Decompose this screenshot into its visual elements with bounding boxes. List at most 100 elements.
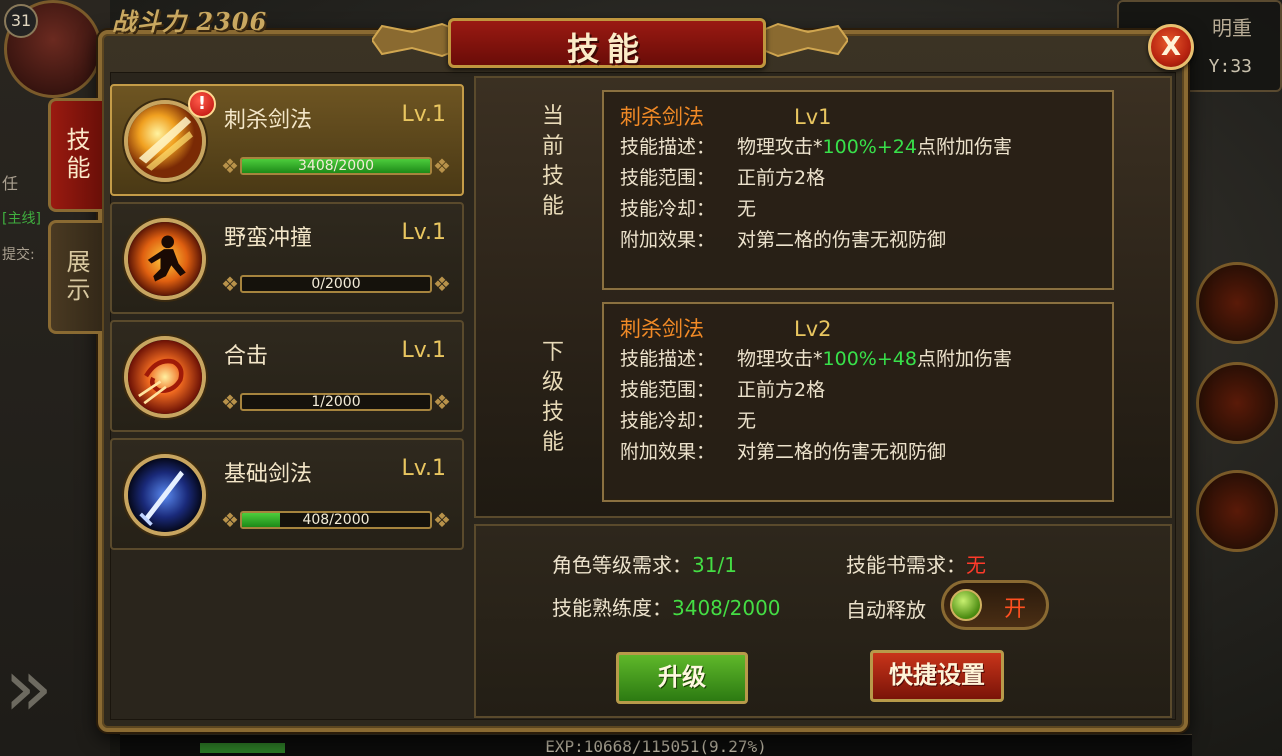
- shortcut-settings-button[interactable]: 快捷设置: [870, 650, 1004, 702]
- bar-track: 1/2000: [240, 393, 432, 411]
- auto-cast-label: 自动释放: [846, 598, 926, 622]
- skill-name: 刺杀剑法: [224, 108, 313, 133]
- toggle-knob: [950, 589, 982, 621]
- skill-item[interactable]: 基础剑法 Lv.1 ❖ 408/2000 ❖: [110, 438, 464, 550]
- skill-name: 合击: [224, 344, 269, 369]
- skill-effect-row: 附加效果： 对第二格的伤害无视防御: [620, 225, 1096, 256]
- toggle-state-text: 开: [1003, 597, 1026, 622]
- bar-ornament-icon: ❖: [433, 390, 451, 414]
- combo-skill-icon: [124, 336, 206, 418]
- current-skill-label-text: 当前技能: [541, 104, 564, 219]
- skill-range-row: 技能范围： 正前方2格: [620, 375, 1096, 406]
- title-plate: 技能: [448, 18, 766, 68]
- skill-effect-value: 对第二格的伤害无视防御: [737, 229, 947, 251]
- skill-orb-button[interactable]: [1196, 470, 1278, 552]
- skill-progress-bar: ❖ 3408/2000 ❖: [218, 150, 454, 180]
- close-button[interactable]: X: [1148, 24, 1194, 70]
- tab-skills[interactable]: 技能: [48, 98, 102, 212]
- skill-effect-row: 附加效果： 对第二格的伤害无视防御: [620, 437, 1096, 468]
- skill-orb-button[interactable]: [1196, 262, 1278, 344]
- skill-desc-row: 技能描述： 物理攻击*100%+48点附加伤害: [620, 344, 1096, 375]
- next-skill-box: 刺杀剑法 Lv2 技能描述： 物理攻击*100%+48点附加伤害 技能范围： 正前方2…: [602, 302, 1114, 502]
- skill-desc-label: 技能描述：: [620, 136, 716, 158]
- quest-submit-label: 提交:: [2, 247, 35, 263]
- skill-level: Lv.1: [401, 338, 446, 363]
- bar-ornament-icon: ❖: [221, 390, 239, 414]
- quest-tab-label[interactable]: 任: [2, 170, 18, 194]
- skill-desc-prefix: 物理攻击*: [737, 136, 823, 158]
- skill-level: Lv.1: [401, 456, 446, 481]
- tab-display[interactable]: 展示: [48, 220, 102, 334]
- skill-desc-suffix: 点附加伤害: [916, 136, 1012, 158]
- bar-ornament-icon: ❖: [433, 508, 451, 532]
- exp-text: EXP:10668/115051(9.27%): [545, 737, 767, 756]
- skill-cooldown-value: 无: [737, 410, 757, 432]
- skill-cooldown-row: 技能冷却： 无: [620, 194, 1096, 225]
- role-level-requirement: 角色等级需求：31/1: [552, 549, 737, 578]
- combat-power-value: 2306: [196, 7, 268, 36]
- skill-item[interactable]: 合击 Lv.1 ❖ 1/2000 ❖: [110, 320, 464, 432]
- main-quest-tag: [主线]: [2, 211, 41, 227]
- role-level-label: 角色等级需求：: [552, 553, 692, 577]
- skill-level: Lv.1: [401, 102, 446, 127]
- skill-desc-suffix: 点附加伤害: [916, 348, 1012, 370]
- skill-orb-button[interactable]: [1196, 362, 1278, 444]
- skill-cooldown-row: 技能冷却： 无: [620, 406, 1096, 437]
- skill-book-label: 技能书需求：: [846, 553, 966, 577]
- skill-book-value: 无: [966, 553, 986, 577]
- bar-ornament-icon: ❖: [433, 154, 451, 178]
- skill-detail-title: 刺杀剑法 Lv2: [620, 314, 1096, 344]
- bar-track: 3408/2000: [240, 157, 432, 175]
- skill-desc-value: 100%+48: [822, 348, 917, 370]
- combat-power: 战斗力 2306: [112, 2, 267, 37]
- skill-range-label: 技能范围：: [620, 167, 716, 189]
- map-name: 明重: [1212, 16, 1252, 40]
- skill-effect-label: 附加效果：: [620, 229, 716, 251]
- bar-ornament-icon: ❖: [221, 154, 239, 178]
- skill-detail-name: 刺杀剑法: [620, 317, 704, 341]
- combat-power-label: 战斗力: [112, 7, 187, 36]
- upgrade-button[interactable]: 升级: [616, 652, 748, 704]
- proficiency-stat: 技能熟练度：3408/2000: [552, 592, 781, 621]
- proficiency-value: 3408/2000: [672, 596, 781, 620]
- skill-progress-bar: ❖ 1/2000 ❖: [218, 386, 454, 416]
- skill-item[interactable]: ! 刺杀剑法 Lv.1 ❖ 3408/2000 ❖: [110, 84, 464, 196]
- close-icon: X: [1160, 32, 1182, 62]
- bar-ornament-icon: ❖: [433, 272, 451, 296]
- skill-progress-bar: ❖ 0/2000 ❖: [218, 268, 454, 298]
- skill-desc-value: 100%+24: [822, 136, 917, 158]
- skill-name: 野蛮冲撞: [224, 226, 313, 251]
- current-skill-box: 刺杀剑法 Lv1 技能描述： 物理攻击*100%+24点附加伤害 技能范围： 正前方2…: [602, 90, 1114, 290]
- skill-detail-title: 刺杀剑法 Lv1: [620, 102, 1096, 132]
- skill-detail-name: 刺杀剑法: [620, 105, 704, 129]
- next-skill-label: 下级技能: [536, 338, 570, 458]
- skill-progress-text: 408/2000: [302, 512, 370, 528]
- skill-desc-label: 技能描述：: [620, 348, 716, 370]
- map-coordinate: Y:33: [1208, 56, 1252, 77]
- skill-book-requirement: 技能书需求：无: [846, 549, 986, 578]
- skill-name: 基础剑法: [224, 462, 313, 487]
- alert-badge: !: [188, 90, 216, 118]
- bar-track: 408/2000: [240, 511, 432, 529]
- skill-progress-text: 1/2000: [311, 394, 361, 410]
- basic-sword-icon: [124, 454, 206, 536]
- skill-detail-level: Lv2: [794, 317, 832, 341]
- bar-ornament-icon: ❖: [221, 508, 239, 532]
- chevron-right-icon[interactable]: »: [4, 648, 54, 738]
- skill-effect-label: 附加效果：: [620, 441, 716, 463]
- exp-bar: EXP:10668/115051(9.27%): [120, 734, 1192, 756]
- bar-ornament-icon: ❖: [221, 272, 239, 296]
- skill-desc-prefix: 物理攻击*: [737, 348, 823, 370]
- bar-track: 0/2000: [240, 275, 432, 293]
- skill-list: ! 刺杀剑法 Lv.1 ❖ 3408/2000 ❖ 野蛮冲撞 Lv.1 ❖ 0/…: [110, 84, 464, 556]
- skill-detail-level: Lv1: [794, 105, 832, 129]
- skill-progress-text: 0/2000: [311, 276, 361, 292]
- skill-item[interactable]: 野蛮冲撞 Lv.1 ❖ 0/2000 ❖: [110, 202, 464, 314]
- window-title: 技能: [566, 30, 647, 68]
- current-skill-label: 当前技能: [536, 102, 570, 222]
- next-skill-label-text: 下级技能: [541, 340, 564, 455]
- role-level-value: 31/1: [692, 553, 737, 577]
- skill-cooldown-label: 技能冷却：: [620, 198, 716, 220]
- auto-cast-toggle[interactable]: 开: [941, 580, 1049, 630]
- skill-progress-text: 3408/2000: [298, 158, 374, 174]
